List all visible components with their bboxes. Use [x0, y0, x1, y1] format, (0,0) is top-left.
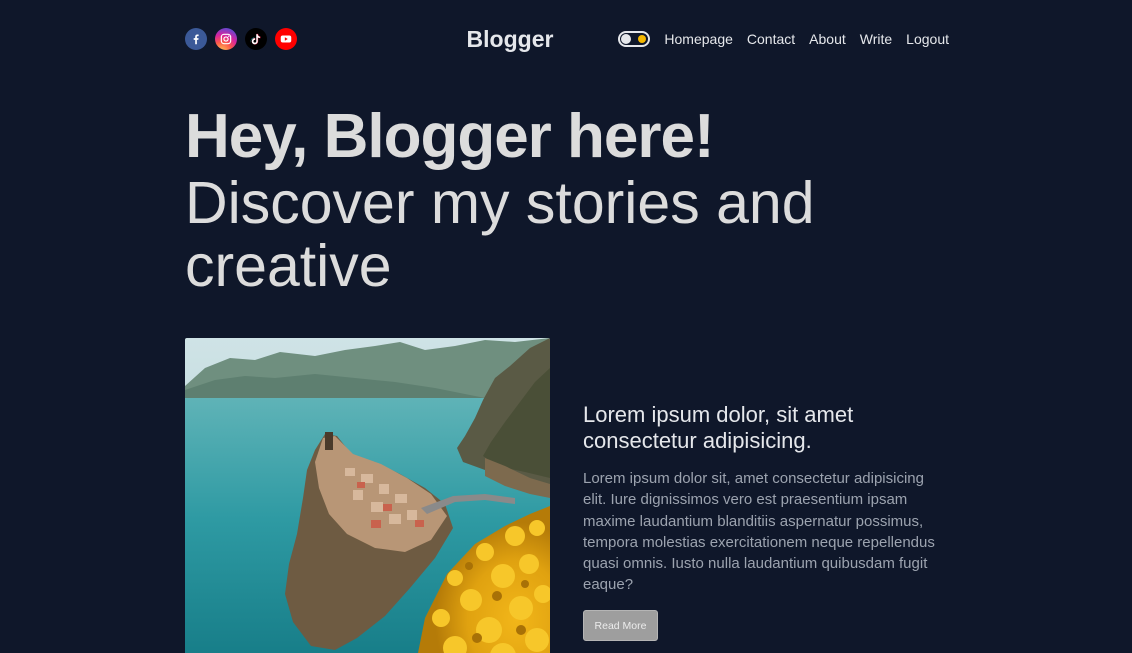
nav-link-about[interactable]: About: [809, 27, 846, 51]
nav-link-contact[interactable]: Contact: [747, 27, 795, 51]
post-image[interactable]: [185, 338, 550, 653]
site-logo[interactable]: Blogger: [464, 24, 556, 54]
featured-post: Lorem ipsum dolor, sit amet consectetur …: [185, 338, 949, 653]
read-more-button[interactable]: Read More: [583, 609, 658, 641]
post-content: Lorem ipsum dolor, sit amet consectetur …: [583, 402, 949, 641]
navbar: Blogger Homepage Contact About Write Log…: [185, 24, 949, 54]
theme-toggle[interactable]: [618, 31, 651, 47]
hero-heading: Hey, Blogger here! Discover my stories a…: [185, 102, 949, 298]
hero-title: Hey, Blogger here!: [185, 102, 715, 171]
page: Blogger Homepage Contact About Write Log…: [0, 0, 1132, 653]
tiktok-icon[interactable]: [245, 28, 267, 50]
youtube-icon[interactable]: [275, 28, 297, 50]
nav-link-write[interactable]: Write: [860, 27, 892, 51]
facebook-icon[interactable]: [185, 28, 207, 50]
toggle-knob: [621, 34, 632, 44]
sun-icon: [638, 35, 647, 43]
nav-link-logout[interactable]: Logout: [906, 27, 949, 51]
content-container: Blogger Homepage Contact About Write Log…: [185, 0, 949, 653]
main-nav: Homepage Contact About Write Logout: [618, 27, 949, 51]
nav-link-homepage[interactable]: Homepage: [664, 27, 733, 51]
social-links: [185, 28, 297, 50]
instagram-icon[interactable]: [215, 28, 237, 50]
hero-subtitle: Discover my stories and creative: [185, 170, 815, 299]
post-excerpt: Lorem ipsum dolor sit, amet consectetur …: [583, 470, 935, 594]
post-title[interactable]: Lorem ipsum dolor, sit amet consectetur …: [583, 402, 949, 454]
